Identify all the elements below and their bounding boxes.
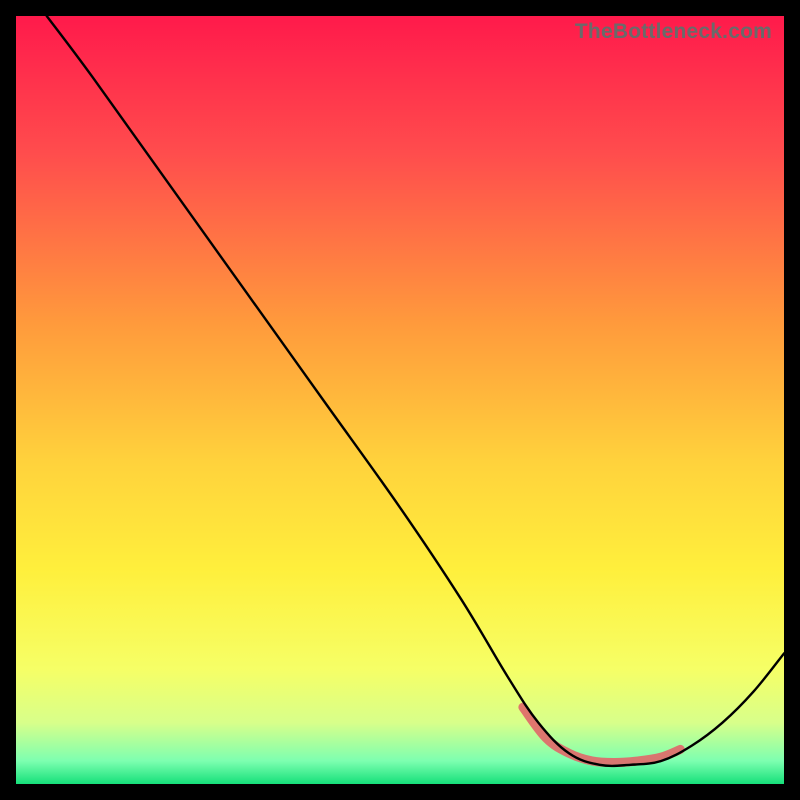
chart-frame: TheBottleneck.com (16, 16, 784, 784)
watermark-text: TheBottleneck.com (575, 20, 772, 44)
chart-svg (16, 16, 784, 784)
